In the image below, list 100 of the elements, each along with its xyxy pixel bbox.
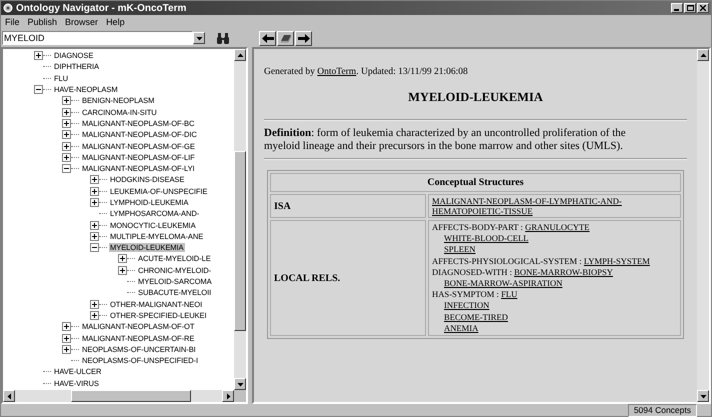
down-arrow-icon xyxy=(236,380,244,388)
window-title: Ontology Navigator - mK-OncoTerm xyxy=(16,2,188,14)
expand-toggle[interactable] xyxy=(62,118,71,128)
expand-toggle[interactable] xyxy=(90,300,99,309)
expand-toggle[interactable] xyxy=(90,232,99,241)
down-arrow-icon xyxy=(196,34,202,42)
search-field[interactable]: MYELOID xyxy=(2,31,193,45)
plus-icon xyxy=(91,232,98,240)
binoculars-icon xyxy=(216,32,230,44)
plus-icon xyxy=(63,323,70,330)
expand-toggle[interactable] xyxy=(62,130,71,140)
forward-button[interactable] xyxy=(295,30,312,46)
expand-toggle[interactable] xyxy=(62,322,71,332)
minimize-button[interactable] xyxy=(671,3,683,13)
relation-link[interactable]: LYMPH-SYSTEM xyxy=(584,256,650,266)
plus-icon xyxy=(35,52,42,60)
stack-button[interactable] xyxy=(277,30,294,46)
relation-link[interactable]: BONE-MARROW-ASPIRATION xyxy=(444,278,562,288)
relation-link[interactable]: ANEMIA xyxy=(444,322,478,333)
generated-note: Generated by OntoTerm. Updated: 13/11/99 21:06:08 xyxy=(264,67,469,77)
menu-item[interactable]: File xyxy=(5,17,20,27)
scroll-up-button[interactable] xyxy=(697,49,709,61)
plus-icon xyxy=(63,120,70,127)
scrollbar-thumb[interactable] xyxy=(71,390,191,402)
plus-icon xyxy=(91,176,98,184)
table-cell: LOCAL RELS. xyxy=(270,220,426,336)
plus-icon xyxy=(63,131,70,138)
table-heading: Conceptual Structures xyxy=(270,173,681,192)
concept-count: 5094 Concepts xyxy=(628,404,697,416)
back-button[interactable] xyxy=(259,30,276,46)
menu-item[interactable]: Publish xyxy=(28,17,58,27)
scroll-down-button[interactable] xyxy=(697,390,709,402)
relation-link[interactable]: WHITE-BLOOD-CELL xyxy=(444,233,528,244)
plus-icon xyxy=(63,108,70,116)
relation-link[interactable]: BECOME-TIRED xyxy=(444,312,508,322)
plus-icon xyxy=(91,300,98,308)
relation-name: AFFECTS-PHYSIOLOGICAL-SYSTEM : xyxy=(432,256,582,266)
expand-toggle[interactable] xyxy=(62,108,71,117)
expand-toggle[interactable] xyxy=(118,254,127,264)
scrollbar-corner xyxy=(234,390,246,402)
expand-toggle[interactable] xyxy=(62,96,71,106)
plus-icon xyxy=(91,222,98,229)
relation-link[interactable]: FLU xyxy=(501,289,518,300)
relation-link[interactable]: GRANULOCYTE xyxy=(525,222,590,232)
collapse-toggle[interactable] xyxy=(90,243,99,252)
expand-toggle[interactable] xyxy=(90,175,99,184)
page-title: MYELOID-LEUKEMIA xyxy=(407,90,544,105)
expand-toggle[interactable] xyxy=(62,152,71,162)
expand-toggle[interactable] xyxy=(90,310,99,320)
binoculars-button[interactable] xyxy=(215,31,231,45)
scroll-down-button[interactable] xyxy=(234,378,246,390)
menu-item[interactable]: Browser xyxy=(65,17,98,27)
relation-link[interactable]: BONE-MARROW-BIOPSY xyxy=(514,266,613,277)
menu-item[interactable]: Help xyxy=(106,17,125,27)
plus-icon xyxy=(91,188,98,195)
relation-link[interactable]: SPLEEN xyxy=(444,244,476,254)
plus-icon xyxy=(119,255,126,262)
relation-name: DIAGNOSED-WITH : xyxy=(432,266,512,277)
maximize-button[interactable] xyxy=(684,3,696,13)
up-arrow-icon xyxy=(236,52,244,58)
expand-toggle[interactable] xyxy=(62,344,71,354)
plus-icon xyxy=(91,199,98,206)
close-icon xyxy=(700,5,706,11)
app-icon xyxy=(3,3,13,13)
scroll-up-button[interactable] xyxy=(234,49,246,61)
plus-icon xyxy=(63,154,70,161)
relation-name: AFFECTS-BODY-PART : xyxy=(432,222,523,232)
expand-toggle[interactable] xyxy=(90,186,99,196)
expand-toggle[interactable] xyxy=(34,51,43,60)
plus-icon xyxy=(63,346,70,353)
ontoterm-link[interactable]: OntoTerm xyxy=(317,67,356,77)
right-arrow-icon xyxy=(298,34,310,42)
plus-icon xyxy=(63,334,70,342)
close-button[interactable] xyxy=(697,3,709,13)
dropdown-button[interactable] xyxy=(193,32,205,44)
scroll-left-button[interactable] xyxy=(3,390,15,402)
left-arrow-icon xyxy=(6,392,12,400)
expand-toggle[interactable] xyxy=(62,334,71,343)
relation-link[interactable]: INFECTION xyxy=(444,300,490,310)
stack-icon xyxy=(280,34,292,42)
up-arrow-icon xyxy=(700,52,706,58)
plus-icon xyxy=(91,312,98,319)
expand-toggle[interactable] xyxy=(62,142,71,151)
scrollbar-thumb[interactable] xyxy=(234,151,246,331)
right-arrow-icon xyxy=(224,392,232,400)
table-cell: ISA xyxy=(270,194,426,218)
expand-toggle[interactable] xyxy=(90,220,99,230)
maximize-icon xyxy=(686,5,694,11)
definition-text: Definition: form of leukemia characterized by an uncontrolled proliferation of the myeloid lineage and their precursors in the bone marrow and other sites (UMLS). xyxy=(264,127,627,152)
down-arrow-icon xyxy=(700,392,706,400)
expand-toggle[interactable] xyxy=(90,198,99,207)
collapse-toggle[interactable] xyxy=(62,164,71,174)
left-arrow-icon xyxy=(262,34,274,42)
plus-icon xyxy=(63,142,70,150)
scroll-right-button[interactable] xyxy=(222,390,234,402)
expand-toggle[interactable] xyxy=(118,266,127,275)
relation-name: HAS-SYMPTOM : xyxy=(432,289,499,300)
plus-icon xyxy=(63,97,70,104)
plus-icon xyxy=(119,266,126,274)
collapse-toggle[interactable] xyxy=(34,85,43,94)
